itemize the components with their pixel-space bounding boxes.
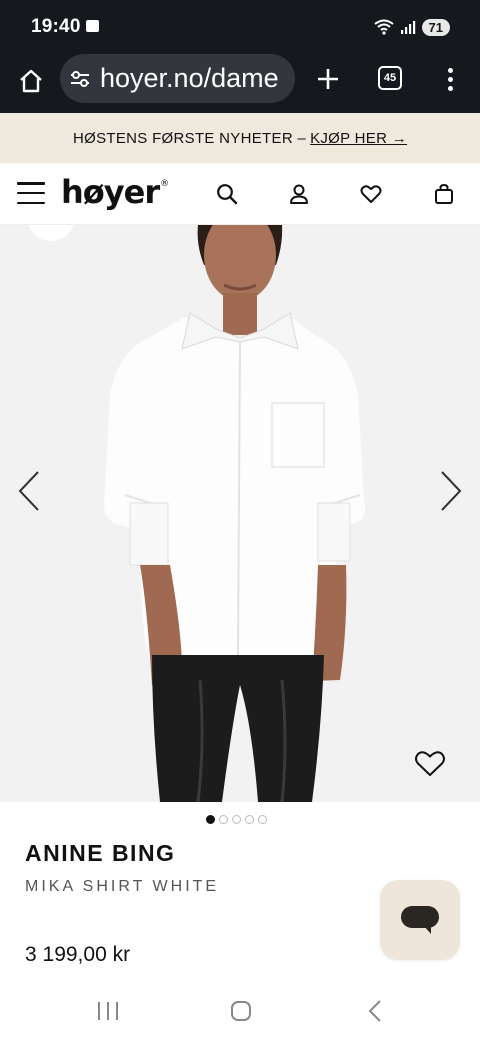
menu-dot xyxy=(447,76,453,82)
system-nav-bar xyxy=(0,980,480,1040)
product-name: MIKA SHIRT WHITE xyxy=(25,878,220,895)
pagination-dot[interactable] xyxy=(219,815,228,824)
recent-apps-icon[interactable] xyxy=(94,998,122,1024)
pagination-dot[interactable] xyxy=(245,815,254,824)
status-bar: 19:40 71 xyxy=(0,0,480,52)
status-icons: 71 xyxy=(373,16,450,38)
add-to-wishlist-icon[interactable] xyxy=(413,747,447,779)
promo-link[interactable]: KJØP HER → xyxy=(310,130,407,147)
pagination-dot[interactable] xyxy=(258,815,267,824)
product-price: 3 199,00 kr xyxy=(25,943,131,966)
notification-icon xyxy=(86,20,99,32)
wishlist-icon[interactable] xyxy=(359,182,383,206)
cart-icon[interactable] xyxy=(432,182,456,206)
previous-image-icon[interactable] xyxy=(16,469,42,513)
menu-dot xyxy=(447,67,453,73)
wifi-icon xyxy=(373,19,394,35)
browser-menu-button[interactable] xyxy=(440,64,460,94)
new-tab-button[interactable] xyxy=(312,63,344,95)
status-time: 19:40 xyxy=(31,16,81,37)
next-image-icon[interactable] xyxy=(438,469,464,513)
back-icon[interactable] xyxy=(362,998,390,1024)
logo-text: høyer xyxy=(61,173,160,211)
logo[interactable]: høyer® xyxy=(61,173,169,211)
image-pagination xyxy=(206,815,267,824)
home-button[interactable] xyxy=(14,64,48,98)
menu-icon[interactable] xyxy=(17,182,45,204)
url-text: hoyer.no/dame xyxy=(100,63,279,93)
home-nav-icon[interactable] xyxy=(227,998,255,1024)
home-icon xyxy=(20,69,42,93)
product-photo xyxy=(104,225,366,802)
address-bar[interactable]: hoyer.no/dame xyxy=(60,54,295,103)
site-header: høyer® xyxy=(0,163,480,225)
account-icon[interactable] xyxy=(287,182,311,206)
plus-icon xyxy=(318,69,338,89)
signal-icon xyxy=(400,21,415,34)
promo-text: HØSTENS FØRSTE NYHETER – xyxy=(73,129,307,147)
product-brand[interactable]: ANINE BING xyxy=(25,840,175,867)
site-settings-icon[interactable] xyxy=(69,68,91,90)
chat-button[interactable] xyxy=(380,880,460,960)
battery-indicator: 71 xyxy=(421,18,450,36)
logo-mark: ® xyxy=(160,179,169,189)
tab-switcher-button[interactable]: 45 xyxy=(378,66,402,90)
pagination-dot[interactable] xyxy=(232,815,241,824)
browser-toolbar: hoyer.no/dame 45 xyxy=(0,52,480,113)
product-image[interactable] xyxy=(0,225,480,802)
pagination-dot[interactable] xyxy=(206,815,215,824)
promo-banner: HØSTENS FØRSTE NYHETER – KJØP HER → xyxy=(0,113,480,163)
chat-icon xyxy=(401,906,439,934)
menu-dot xyxy=(447,85,453,91)
search-icon[interactable] xyxy=(215,182,239,206)
